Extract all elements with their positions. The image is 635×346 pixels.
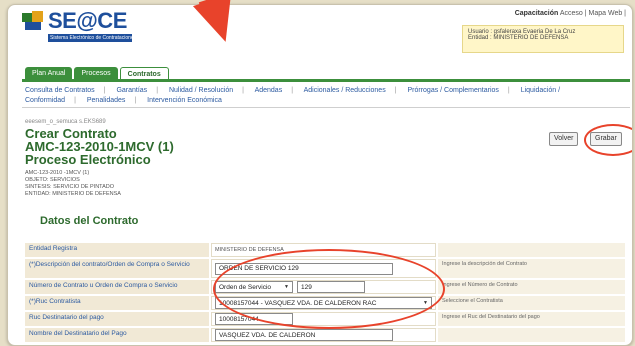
process-info-line: ENTIDAD: MINISTERIO DE DEFENSA bbox=[25, 191, 121, 197]
menu-conformidad[interactable]: Conformidad bbox=[25, 97, 65, 104]
field-label: (*)Ruc Contratista bbox=[25, 296, 209, 310]
process-info-line: AMC-123-2010 -1MCV (1) bbox=[25, 170, 90, 176]
field-hint: Seleccione el Contratista bbox=[438, 296, 625, 310]
menu-intervencion[interactable]: Intervención Económica bbox=[147, 97, 222, 104]
field-label: (*)Descripción del contrato/Orden de Com… bbox=[25, 259, 209, 278]
menu-liquidacion[interactable]: Liquidación / bbox=[521, 87, 560, 94]
field-hint: Ingrese la descripción del Contrato bbox=[438, 259, 625, 278]
menu-nulidad[interactable]: Nulidad / Resolución bbox=[169, 87, 233, 94]
user-info-box: Usuario : gsfaleraxa Evaeria De La Cruz … bbox=[462, 25, 624, 53]
field-hint bbox=[438, 243, 625, 257]
back-button[interactable]: Volver bbox=[549, 132, 579, 146]
process-info: AMC-123-2010 -1MCV (1) OBJETO: SERVICIOS… bbox=[25, 170, 121, 198]
menu-prorrogas[interactable]: Prórrogas / Complementarios bbox=[407, 87, 498, 94]
nombre-destinatario-input[interactable]: VASQUEZ VDA. DE CALDERON bbox=[215, 329, 393, 341]
top-links-rest[interactable]: Acceso | Mapa Web | bbox=[558, 10, 626, 17]
logo-subtitle: Sistema Electrónico de Contrataciones bbox=[48, 34, 132, 42]
breadcrumb: eeesem_o_semuca s.EKS689 bbox=[25, 119, 106, 125]
annotation-circle-save bbox=[584, 124, 632, 156]
logo-text: SE@CE bbox=[48, 8, 127, 33]
tab-divider bbox=[22, 79, 630, 82]
field-label: Número de Contrato u Orden de Compra o S… bbox=[25, 280, 209, 294]
entity-line: Entidad : MINISTERIO DE DEFENSA bbox=[468, 35, 569, 41]
section-title: Datos del Contrato bbox=[40, 215, 139, 227]
process-info-line: OBJETO: SERVICIOS bbox=[25, 177, 80, 183]
field-hint: Ingrese el Número de Contrato bbox=[438, 280, 625, 294]
field-label: Entidad Registra bbox=[25, 243, 209, 257]
menu-adicionales[interactable]: Adicionales / Reducciones bbox=[304, 87, 386, 94]
field-label: Nombre del Destinatario del Pago bbox=[25, 328, 209, 342]
logo-mark-icon bbox=[22, 11, 44, 31]
menu-divider bbox=[22, 107, 630, 108]
submenu: Consulta de Contratos | Garantías | Nulida… bbox=[25, 87, 561, 104]
menu-penalidades[interactable]: Penalidades bbox=[87, 97, 126, 104]
field-label: Ruc Destinatario del pago bbox=[25, 312, 209, 326]
app-window: SE@CE Sistema Electrónico de Contratacio… bbox=[7, 4, 633, 346]
page-title-line3: Proceso Electrónico bbox=[25, 152, 151, 167]
process-info-line: SINTESIS: SERVICIO DE PINTADO bbox=[25, 184, 115, 190]
top-link-capacitacion[interactable]: Capacitación bbox=[515, 10, 559, 17]
entidad-value: MINISTERIO DE DEFENSA bbox=[215, 247, 284, 253]
seace-logo: SE@CE bbox=[22, 8, 127, 33]
menu-consulta-contratos[interactable]: Consulta de Contratos bbox=[25, 87, 95, 94]
field-hint: Ingrese el Ruc del Destinatario del pago bbox=[438, 312, 625, 326]
page-title: Crear Contrato AMC-123-2010-1MCV (1) Pro… bbox=[25, 127, 174, 166]
annotation-circle-form bbox=[213, 249, 445, 329]
top-links[interactable]: Capacitación Acceso | Mapa Web | bbox=[515, 10, 626, 17]
form-row-nombre-destinatario: Nombre del Destinatario del Pago VASQUEZ… bbox=[25, 328, 625, 342]
menu-adendas[interactable]: Adendas bbox=[255, 87, 283, 94]
field-hint bbox=[438, 328, 625, 342]
menu-garantias[interactable]: Garantías bbox=[116, 87, 147, 94]
